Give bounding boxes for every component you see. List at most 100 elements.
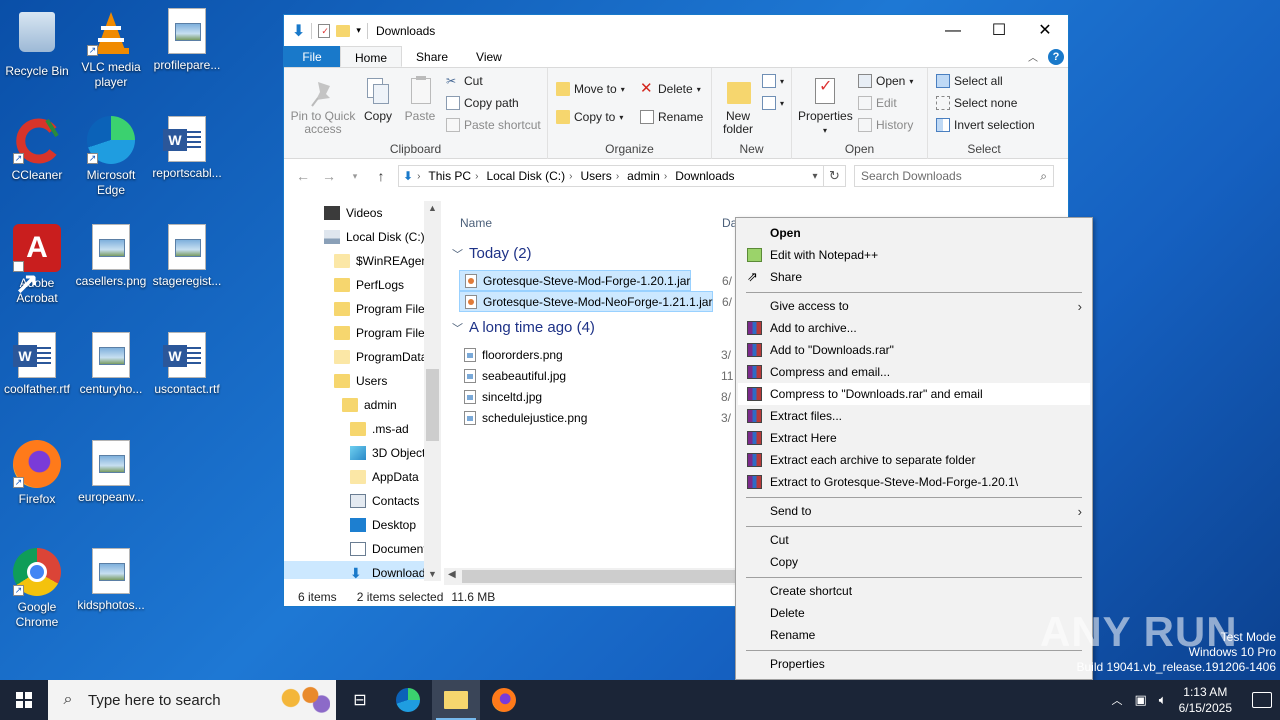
edge-taskbar-icon[interactable] — [384, 680, 432, 720]
copy-to-button[interactable]: Copy to ▾ — [556, 110, 623, 124]
column-header-name[interactable]: Name — [460, 201, 492, 245]
forward-arrow-icon[interactable]: → — [316, 168, 342, 184]
breadcrumb-this-pc[interactable]: This PC — [428, 169, 471, 183]
tab-file[interactable]: File — [284, 46, 340, 67]
paste-button[interactable]: Paste — [400, 76, 440, 123]
select-all-button[interactable]: Select all — [936, 74, 1003, 88]
desktop-icon-chrome[interactable]: ↗ Google Chrome — [0, 548, 74, 630]
desktop-icon-recycle-bin[interactable]: Recycle Bin — [0, 8, 74, 79]
desktop-icon-ccleaner[interactable]: ↗ CCleaner — [0, 116, 74, 183]
maximize-button[interactable]: ☐ — [976, 15, 1022, 46]
group-header-today[interactable]: ﹀ Today (2) — [452, 245, 532, 262]
select-none-button[interactable]: Select none — [936, 96, 1017, 110]
notification-center-icon[interactable] — [1252, 692, 1272, 708]
desktop-icon-centuryho[interactable]: centuryho... — [74, 332, 148, 397]
pin-to-quick-access-button[interactable]: Pin to Quick access — [290, 76, 356, 136]
search-input[interactable]: Search Downloads — [861, 169, 962, 183]
collapse-ribbon-icon[interactable]: ︿ — [1028, 49, 1038, 64]
tree-item-local-disk[interactable]: Local Disk (C:) — [284, 225, 440, 249]
tree-item-programdata[interactable]: ProgramData — [284, 345, 440, 369]
menu-item-delete[interactable]: Delete — [738, 602, 1090, 624]
desktop-icon-firefox[interactable]: ↗ Firefox — [0, 440, 74, 507]
desktop-icon-coolfather[interactable]: W coolfather.rtf — [0, 332, 74, 397]
taskbar-search-box[interactable]: ⌕ Type here to search — [48, 680, 336, 720]
menu-item-add-to-archive[interactable]: Add to archive... — [738, 317, 1090, 339]
file-row[interactable]: seabeautiful.jpg 11 — [459, 365, 733, 386]
address-dropdown-icon[interactable]: ▾ — [807, 171, 823, 182]
help-icon[interactable]: ? — [1048, 48, 1064, 65]
easy-access-button[interactable]: ▾ — [762, 96, 784, 110]
file-row[interactable]: Grotesque-Steve-Mod-Forge-1.20.1.jar 6/ — [459, 270, 732, 291]
tree-item-desktop[interactable]: Desktop — [284, 513, 440, 537]
desktop-icon-acrobat[interactable]: A ↗ Adobe Acrobat — [0, 224, 74, 306]
desktop-icon-casellers[interactable]: casellers.png — [74, 224, 148, 289]
firefox-taskbar-icon[interactable] — [480, 680, 528, 720]
search-box[interactable]: Search Downloads ⌕ — [854, 165, 1054, 187]
breadcrumb-local-disk[interactable]: Local Disk (C:) — [486, 169, 565, 183]
desktop-icon-kidsphotos[interactable]: kidsphotos... — [74, 548, 148, 613]
copy-button[interactable]: Copy — [358, 76, 398, 123]
breadcrumb-admin[interactable]: admin — [627, 169, 660, 183]
paste-shortcut-button[interactable]: Paste shortcut — [446, 118, 541, 132]
desktop-icon-reportscabl[interactable]: W reportscabl... — [150, 116, 224, 181]
show-hidden-icons-icon[interactable]: ︿ — [1112, 692, 1123, 708]
file-list-horizontal-scrollbar[interactable]: ◀ — [444, 568, 739, 585]
desktop-icon-europeanv[interactable]: europeanv... — [74, 440, 148, 505]
tree-item-program-files-x86[interactable]: Program Files — [284, 321, 440, 345]
file-row[interactable]: schedulejustice.png 3/ — [459, 407, 731, 428]
move-to-button[interactable]: Move to ▾ — [556, 82, 625, 96]
new-item-button[interactable]: ▾ — [762, 74, 784, 88]
history-button[interactable]: History — [858, 118, 913, 132]
new-folder-button[interactable]: New folder — [718, 76, 758, 136]
tree-item-users[interactable]: Users — [284, 369, 440, 393]
menu-item-cut[interactable]: Cut — [738, 529, 1090, 551]
menu-item-extract-each[interactable]: Extract each archive to separate folder — [738, 449, 1090, 471]
cut-button[interactable]: ✂ Cut — [446, 74, 483, 88]
tab-home[interactable]: Home — [340, 46, 403, 67]
close-button[interactable]: ✕ — [1022, 15, 1068, 46]
tree-item-program-files[interactable]: Program Files — [284, 297, 440, 321]
menu-item-extract-here[interactable]: Extract Here — [738, 427, 1090, 449]
edit-button[interactable]: Edit — [858, 96, 897, 110]
tree-item-documents[interactable]: Documents — [284, 537, 440, 561]
menu-item-add-to-downloads-rar[interactable]: Add to "Downloads.rar" — [738, 339, 1090, 361]
file-row[interactable]: Grotesque-Steve-Mod-NeoForge-1.21.1.jar 6… — [459, 291, 732, 312]
tree-item-3d-objects[interactable]: 3D Objects — [284, 441, 440, 465]
properties-button[interactable]: ✓ Properties ▾ — [798, 76, 853, 137]
tab-share[interactable]: Share — [402, 46, 462, 67]
new-folder-icon[interactable] — [336, 24, 351, 37]
tree-item-downloads[interactable]: ⬇ Downloads — [284, 561, 440, 579]
refresh-icon[interactable]: ↻ — [824, 165, 846, 187]
scroll-down-arrow-icon[interactable]: ▼ — [424, 569, 441, 579]
menu-item-extract-files[interactable]: Extract files... — [738, 405, 1090, 427]
desktop-icon-stageregist[interactable]: stageregist... — [150, 224, 224, 289]
tree-item-ms-ad[interactable]: .ms-ad — [284, 417, 440, 441]
breadcrumb-downloads[interactable]: Downloads — [675, 169, 734, 183]
desktop-icon-edge[interactable]: ↗ Microsoft Edge — [74, 116, 148, 198]
file-row[interactable]: floororders.png 3/ — [459, 344, 731, 365]
down-arrow-icon[interactable]: ⬇ — [292, 21, 305, 41]
open-button[interactable]: Open ▾ — [858, 74, 913, 88]
menu-item-edit-notepadpp[interactable]: Edit with Notepad++ — [738, 244, 1090, 266]
address-bar[interactable]: ⬇ › This PC › Local Disk (C:) › Users › adm… — [398, 165, 824, 187]
customize-dropdown-icon[interactable]: ▾ — [356, 25, 361, 36]
menu-item-share[interactable]: ⇗ Share — [738, 266, 1090, 288]
breadcrumb-users[interactable]: Users — [580, 169, 611, 183]
recent-locations-icon[interactable]: ▾ — [342, 171, 368, 182]
taskbar-search-input[interactable]: Type here to search — [88, 692, 221, 709]
up-arrow-icon[interactable]: ↑ — [368, 168, 394, 184]
file-explorer-taskbar-icon[interactable] — [432, 680, 480, 720]
volume-icon[interactable]: 🔈︎ — [1159, 692, 1167, 708]
rename-button[interactable]: Rename — [640, 110, 703, 124]
task-view-icon[interactable]: ⊟ — [336, 680, 384, 720]
delete-button[interactable]: ✕ Delete ▾ — [640, 81, 701, 96]
tree-item-perflogs[interactable]: PerfLogs — [284, 273, 440, 297]
menu-item-copy[interactable]: Copy — [738, 551, 1090, 573]
minimize-button[interactable]: — — [930, 15, 976, 46]
tree-item-admin[interactable]: admin — [284, 393, 440, 417]
scrollbar-thumb[interactable] — [426, 369, 439, 441]
file-row[interactable]: sinceltd.jpg 8/ — [459, 386, 731, 407]
invert-selection-button[interactable]: Invert selection — [936, 118, 1035, 132]
scroll-up-arrow-icon[interactable]: ▲ — [424, 203, 441, 213]
tree-item-videos[interactable]: Videos — [284, 201, 440, 225]
